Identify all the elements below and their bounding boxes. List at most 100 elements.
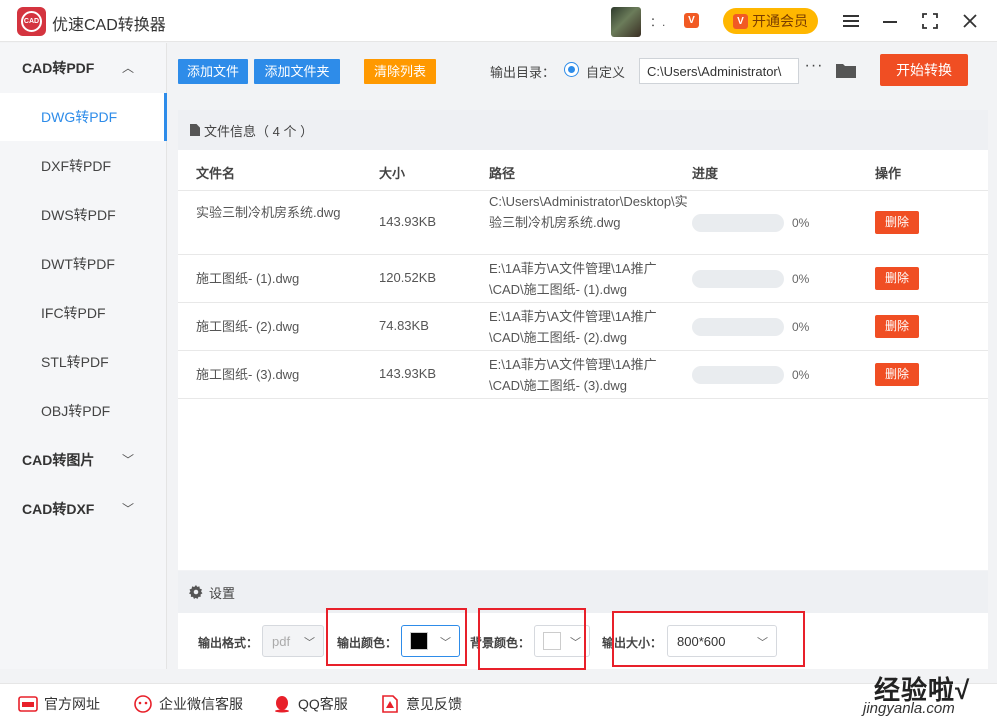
table-header: 文件名 大小 路径 进度 操作	[178, 150, 988, 191]
vip-button-label: 开通会员	[752, 13, 808, 29]
feedback-icon	[382, 695, 398, 713]
delete-button[interactable]: 删除	[875, 211, 919, 234]
column-name: 文件名	[196, 166, 236, 181]
chevron-down-icon: ﹀	[304, 637, 315, 649]
progress-bar	[692, 366, 784, 384]
chevron-up-icon: ︿	[122, 61, 135, 75]
vip-icon: V	[733, 13, 748, 29]
website-icon	[18, 696, 38, 712]
file-list-panel: 文件信息（ 4 个 ） 文件名 大小 路径 进度 操作 实验三制冷机房系统.dw…	[178, 110, 988, 570]
file-info-header: 文件信息（ 4 个 ）	[178, 110, 988, 150]
custom-dir-radio[interactable]	[564, 62, 579, 77]
file-name: 实验三制冷机房系统.dwg	[196, 205, 341, 220]
output-format-value: pdf	[272, 634, 291, 649]
sidebar-group-label: CAD转图片	[22, 452, 95, 468]
file-path: C:\Users\Administrator\Desktop\实验三制冷机房系统…	[489, 194, 688, 230]
vip-badge-icon: V	[684, 13, 699, 28]
sidebar-item-ifc-to-pdf[interactable]: IFC转PDF	[0, 289, 167, 337]
table-row[interactable]: 施工图纸- (2).dwg 74.83KB E:\1A菲方\A文件管理\1A推广…	[178, 303, 988, 351]
file-size: 143.93KB	[379, 214, 437, 229]
output-format-label: 输出格式：	[198, 636, 259, 650]
app-logo-icon: CAD	[17, 7, 46, 36]
sidebar-group-cad-to-dxf[interactable]: CAD转DXF ﹀	[0, 485, 167, 533]
footer-link-qq-support[interactable]: QQ客服	[272, 694, 348, 714]
sidebar: CAD转PDF ︿ DWG转PDF DXF转PDF DWS转PDF DWT转PD…	[0, 43, 167, 669]
footer-link-wechat-support[interactable]: 企业微信客服	[133, 694, 243, 714]
sidebar-item-obj-to-pdf[interactable]: OBJ转PDF	[0, 387, 167, 435]
settings-title: 设置	[209, 585, 236, 601]
table-row[interactable]: 施工图纸- (1).dwg 120.52KB E:\1A菲方\A文件管理\1A推…	[178, 255, 988, 303]
vip-button[interactable]: V 开通会员	[723, 8, 818, 34]
qq-icon	[275, 696, 289, 713]
sidebar-group-cad-to-pdf[interactable]: CAD转PDF ︿	[0, 44, 167, 92]
output-dir-label: 输出目录：	[490, 65, 556, 80]
wechat-icon	[134, 695, 152, 713]
gear-icon	[189, 585, 203, 599]
sidebar-item-dwg-to-pdf[interactable]: DWG转PDF	[0, 93, 167, 141]
footer-link-feedback[interactable]: 意见反馈	[380, 694, 462, 714]
table-row[interactable]: 施工图纸- (3).dwg 143.93KB E:\1A菲方\A文件管理\1A推…	[178, 351, 988, 399]
delete-button[interactable]: 删除	[875, 363, 919, 386]
file-size: 74.83KB	[379, 318, 429, 333]
title-bar: CAD 优速CAD转换器 ：. V V 开通会员	[0, 0, 997, 42]
settings-header: 设置	[178, 571, 988, 613]
sidebar-item-stl-to-pdf[interactable]: STL转PDF	[0, 338, 167, 386]
footer: 官方网址 企业微信客服 QQ客服 意见反馈	[0, 683, 997, 720]
progress-bar	[692, 214, 784, 232]
chevron-down-icon: ﹀	[122, 453, 135, 467]
menu-icon[interactable]	[838, 8, 864, 34]
custom-dir-radio-label[interactable]: 自定义	[586, 62, 625, 81]
document-icon	[190, 124, 200, 136]
sidebar-item-dwt-to-pdf[interactable]: DWT转PDF	[0, 240, 167, 288]
progress-text: 0%	[792, 320, 810, 334]
username: ：.	[650, 15, 666, 29]
highlight-box-output-color	[326, 608, 467, 666]
column-progress: 进度	[692, 166, 719, 181]
add-file-button[interactable]: 添加文件	[178, 59, 248, 84]
file-path: E:\1A菲方\A文件管理\1A推广\CAD\施工图纸- (1).dwg	[489, 261, 657, 297]
more-icon[interactable]: ···	[804, 57, 824, 81]
footer-link-label: 意见反馈	[406, 696, 462, 712]
sidebar-group-cad-to-image[interactable]: CAD转图片 ﹀	[0, 436, 167, 484]
file-size: 143.93KB	[379, 366, 437, 381]
app-title: 优速CAD转换器	[52, 17, 166, 34]
minimize-icon[interactable]	[877, 8, 903, 34]
progress-text: 0%	[792, 216, 810, 230]
progress-bar	[692, 270, 784, 288]
highlight-box-output-size	[612, 611, 805, 667]
clear-list-button[interactable]: 清除列表	[364, 59, 436, 84]
avatar[interactable]	[611, 7, 641, 37]
sidebar-group-label: CAD转PDF	[22, 60, 95, 76]
progress-bar	[692, 318, 784, 336]
sidebar-group-label: CAD转DXF	[22, 501, 95, 517]
folder-icon[interactable]	[836, 62, 856, 78]
table-row[interactable]: 实验三制冷机房系统.dwg 143.93KB C:\Users\Administ…	[178, 191, 988, 255]
file-size: 120.52KB	[379, 270, 437, 285]
sidebar-item-dws-to-pdf[interactable]: DWS转PDF	[0, 191, 167, 239]
progress-text: 0%	[792, 272, 810, 286]
sidebar-item-dxf-to-pdf[interactable]: DXF转PDF	[0, 142, 167, 190]
watermark-url: jingyanla.com	[863, 700, 955, 717]
output-path-input[interactable]	[639, 58, 799, 84]
delete-button[interactable]: 删除	[875, 315, 919, 338]
footer-link-label: 企业微信客服	[159, 696, 243, 712]
column-path: 路径	[489, 166, 516, 181]
maximize-icon[interactable]	[917, 8, 943, 34]
file-info-title: 文件信息（ 4 个 ）	[204, 123, 314, 139]
start-convert-button[interactable]: 开始转换	[880, 54, 968, 86]
logo-text: CAD	[21, 11, 42, 32]
footer-link-label: 官方网址	[44, 696, 100, 712]
column-action: 操作	[875, 166, 902, 181]
file-path: E:\1A菲方\A文件管理\1A推广\CAD\施工图纸- (3).dwg	[489, 357, 657, 393]
delete-button[interactable]: 删除	[875, 267, 919, 290]
file-name: 施工图纸- (3).dwg	[196, 367, 300, 382]
close-icon[interactable]	[957, 8, 983, 34]
toolbar: 添加文件 添加文件夹 清除列表 输出目录： 自定义 ··· 开始转换	[168, 43, 997, 100]
highlight-box-background-color	[478, 608, 586, 670]
footer-link-website[interactable]: 官方网址	[18, 694, 100, 714]
add-folder-button[interactable]: 添加文件夹	[254, 59, 340, 84]
file-name: 施工图纸- (1).dwg	[196, 271, 300, 286]
file-path: E:\1A菲方\A文件管理\1A推广\CAD\施工图纸- (2).dwg	[489, 309, 657, 345]
output-format-select[interactable]: pdf ﹀	[262, 625, 324, 657]
chevron-down-icon: ﹀	[122, 502, 135, 516]
